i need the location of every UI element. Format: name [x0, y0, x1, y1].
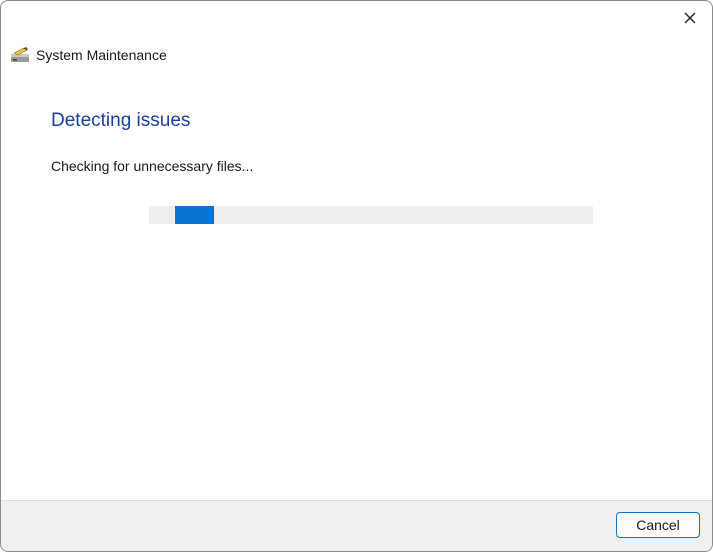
- close-button[interactable]: [668, 1, 712, 35]
- dialog-window: System Maintenance Detecting issues Chec…: [0, 0, 713, 552]
- status-text: Checking for unnecessary files...: [51, 158, 254, 174]
- progress-bar: [149, 206, 593, 224]
- page-heading: Detecting issues: [51, 110, 191, 131]
- disk-cleanup-icon: [11, 47, 29, 62]
- cancel-button[interactable]: Cancel: [616, 512, 700, 538]
- dialog-footer: Cancel: [1, 500, 712, 551]
- progress-indicator: [175, 206, 214, 224]
- window-title: System Maintenance: [36, 47, 167, 63]
- close-icon: [684, 12, 696, 24]
